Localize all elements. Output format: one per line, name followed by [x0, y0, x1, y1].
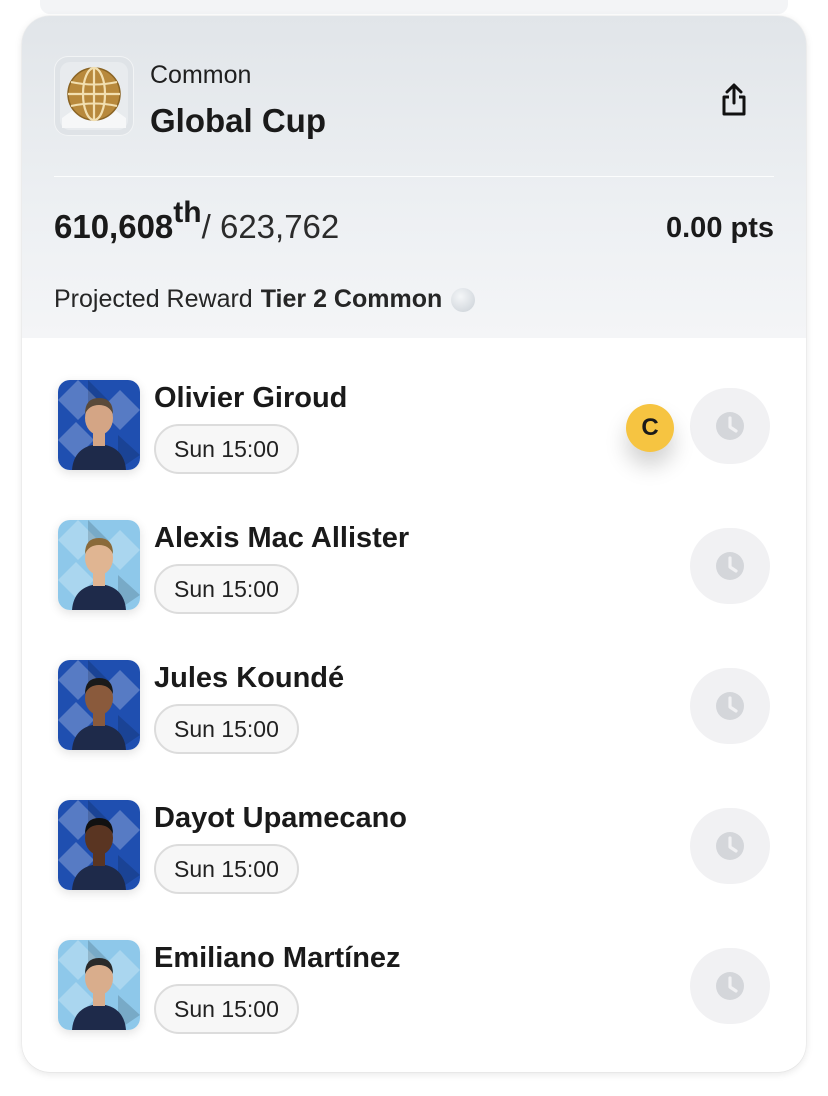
kickoff-time-chip: Sun 15:00: [154, 564, 299, 614]
captain-badge[interactable]: C: [626, 404, 674, 452]
points-value: 0.00 pts: [666, 212, 774, 244]
kickoff-time-chip: Sun 15:00: [154, 984, 299, 1034]
player-row[interactable]: Dayot Upamecano Sun 15:00: [22, 758, 806, 898]
player-name: Dayot Upamecano: [154, 802, 408, 834]
player-card-avatar[interactable]: [58, 520, 140, 610]
player-row[interactable]: Jules Koundé Sun 15:00: [22, 618, 806, 758]
clock-icon: [716, 972, 744, 1000]
kickoff-time-chip: Sun 15:00: [154, 704, 299, 754]
competition-rarity: Common: [150, 61, 252, 89]
match-status-button[interactable]: [690, 388, 770, 464]
player-row[interactable]: Alexis Mac Allister Sun 15:00: [22, 478, 806, 618]
player-photo: [58, 520, 140, 610]
clock-icon: [716, 832, 744, 860]
kickoff-time-chip: Sun 15:00: [154, 424, 299, 474]
player-photo: [58, 660, 140, 750]
clock-icon: [716, 692, 744, 720]
player-photo: [58, 800, 140, 890]
player-photo: [58, 380, 140, 470]
player-name: Jules Koundé: [154, 662, 345, 694]
competition-title: Global Cup: [150, 102, 326, 139]
player-photo: [58, 940, 140, 1030]
competition-header: Common Global Cup 610,608th/ 623,762 0.0…: [22, 16, 806, 338]
player-card-avatar[interactable]: [58, 380, 140, 470]
rank-value: 610,608: [54, 208, 174, 245]
player-card-avatar[interactable]: [58, 660, 140, 750]
player-row[interactable]: Olivier Giroud Sun 15:00 C: [22, 338, 806, 478]
rank-display: 610,608th/ 623,762: [54, 196, 340, 246]
match-status-button[interactable]: [690, 528, 770, 604]
match-status-button[interactable]: [690, 668, 770, 744]
lineup-list: Olivier Giroud Sun 15:00 C Alexis Mac Al…: [22, 338, 806, 1038]
player-card-avatar[interactable]: [58, 940, 140, 1030]
globe-trophy-icon: [54, 56, 134, 136]
clock-icon: [716, 412, 744, 440]
projected-reward: Projected Reward Tier 2 Common: [54, 285, 476, 314]
reward-coin-icon: [451, 287, 476, 312]
player-name: Alexis Mac Allister: [154, 522, 410, 554]
clock-icon: [716, 552, 744, 580]
share-button[interactable]: [712, 78, 756, 122]
rank-suffix: th: [173, 196, 202, 229]
player-name: Olivier Giroud: [154, 382, 348, 414]
player-card-avatar[interactable]: [58, 800, 140, 890]
share-icon: [722, 83, 746, 116]
rank-total: / 623,762: [201, 208, 340, 245]
match-status-button[interactable]: [690, 808, 770, 884]
player-name: Emiliano Martínez: [154, 942, 401, 974]
header-divider: [54, 176, 774, 177]
match-status-button[interactable]: [690, 948, 770, 1024]
kickoff-time-chip: Sun 15:00: [154, 844, 299, 894]
player-row[interactable]: Emiliano Martínez Sun 15:00: [22, 898, 806, 1038]
reward-tier: Tier 2 Common: [260, 285, 443, 313]
reward-label: Projected Reward: [54, 285, 253, 313]
previous-card-edge: [40, 0, 788, 14]
competition-card[interactable]: Common Global Cup 610,608th/ 623,762 0.0…: [22, 16, 806, 1072]
